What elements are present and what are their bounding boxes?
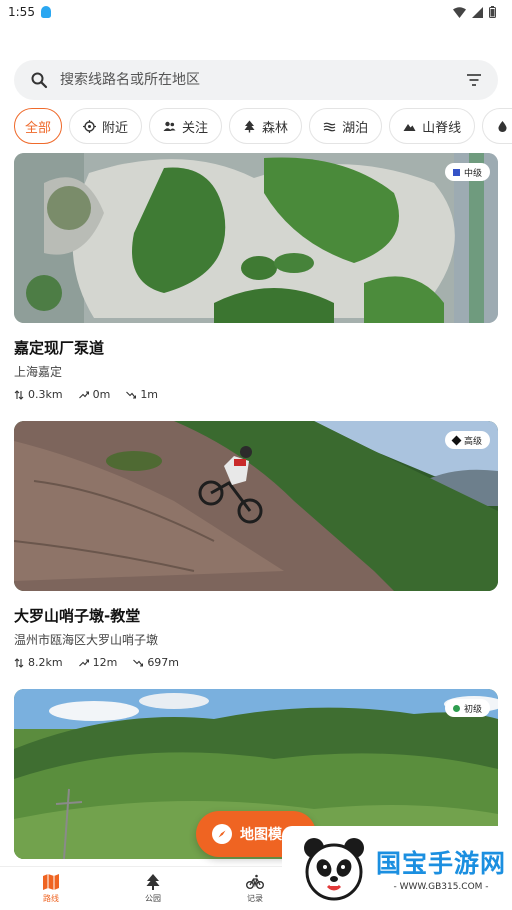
category-chips: 全部 附近 关注 森林 湖泊 山脊线 溪流 <box>14 108 512 146</box>
watermark-url: - WWW.GB315.COM - <box>393 882 489 892</box>
tree-icon <box>244 120 255 132</box>
location-icon <box>83 119 97 133</box>
chip-label: 湖泊 <box>342 120 369 136</box>
intermediate-level-icon <box>452 168 460 176</box>
chip-label: 森林 <box>262 120 289 136</box>
level-label: 初级 <box>463 704 482 715</box>
compass-icon <box>212 824 232 844</box>
nav-label: 记录 <box>247 894 263 903</box>
search-input[interactable] <box>60 72 466 88</box>
beginner-level-icon <box>452 704 460 712</box>
chip-all[interactable]: 全部 <box>14 108 63 144</box>
notification-icon <box>40 6 51 18</box>
nav-label: 路线 <box>43 894 59 903</box>
descent-value: 1m <box>140 388 159 401</box>
route-title: 嘉定现厂泵道 <box>14 339 105 357</box>
descent-icon <box>126 391 137 399</box>
route-image-dalushan: 高级 <box>14 421 498 591</box>
descent-stat: 1m <box>126 388 158 401</box>
descent-stat: 697m <box>133 656 179 669</box>
chip-label: 附近 <box>102 120 129 136</box>
ascent-icon <box>78 658 89 666</box>
level-label: 中级 <box>463 168 482 179</box>
chip-stream[interactable]: 溪流 <box>482 108 512 144</box>
chip-nearby[interactable]: 附近 <box>69 108 143 144</box>
descent-value: 697m <box>147 656 180 669</box>
route-location: 上海嘉定 <box>14 365 63 379</box>
nav-parks[interactable]: 公园 <box>102 867 204 910</box>
route-stats: 0.3km 0m 1m <box>14 388 498 401</box>
advanced-level-icon <box>451 435 462 445</box>
chip-following[interactable]: 关注 <box>149 108 223 144</box>
search-icon <box>31 72 48 89</box>
map-icon <box>43 874 59 890</box>
route-stats: 8.2km 12m 697m <box>14 656 498 669</box>
site-watermark: 国宝手游网 - WWW.GB315.COM - <box>282 826 512 910</box>
chip-lake[interactable]: 湖泊 <box>309 108 383 144</box>
level-badge: 中级 <box>444 163 490 181</box>
ascent-stat: 12m <box>78 656 118 669</box>
wifi-icon <box>453 6 466 18</box>
descent-icon <box>133 659 144 667</box>
route-title: 大罗山哨子墩-教堂 <box>14 607 141 625</box>
chip-forest[interactable]: 森林 <box>229 108 303 144</box>
ascent-value: 0m <box>92 388 111 401</box>
mountain-icon <box>403 123 416 131</box>
chip-label: 关注 <box>182 120 209 136</box>
nav-label: 公园 <box>145 894 161 903</box>
route-location: 温州市瓯海区大罗山哨子墩 <box>14 633 159 647</box>
level-label: 高级 <box>463 436 482 447</box>
chip-label: 全部 <box>25 120 52 136</box>
ascent-value: 12m <box>92 656 118 669</box>
waves-icon <box>323 122 336 131</box>
ascent-icon <box>78 390 89 398</box>
map-mode-label: 地图模 <box>240 827 282 843</box>
status-bar: 1:55 <box>0 0 512 24</box>
distance-value: 8.2km <box>28 656 63 669</box>
distance-value: 0.3km <box>28 388 63 401</box>
chip-label: 山脊线 <box>422 120 462 136</box>
watermark-title: 国宝手游网 <box>376 849 507 878</box>
route-card[interactable]: 中级 嘉定现厂泵道 上海嘉定 0.3km 0m 1m <box>14 153 498 401</box>
level-badge: 高级 <box>444 431 490 449</box>
battery-icon <box>489 6 496 18</box>
drop-icon <box>498 120 507 132</box>
signal-icon <box>472 6 483 18</box>
distance-icon <box>14 389 24 400</box>
tree-icon <box>146 874 160 890</box>
distance-icon <box>14 657 24 668</box>
people-icon <box>163 121 176 131</box>
route-card[interactable]: 高级 大罗山哨子墩-教堂 温州市瓯海区大罗山哨子墩 8.2km 12m 697m <box>14 421 498 669</box>
ascent-stat: 0m <box>78 388 111 401</box>
bike-icon <box>246 874 264 889</box>
distance-stat: 0.3km <box>14 388 63 401</box>
level-badge: 初级 <box>444 699 490 717</box>
nav-routes[interactable]: 路线 <box>0 867 102 910</box>
distance-stat: 8.2km <box>14 656 63 669</box>
filter-icon[interactable] <box>466 73 482 87</box>
search-bar[interactable] <box>14 60 498 100</box>
status-time: 1:55 <box>8 5 35 19</box>
route-image-pumptrack: 中级 <box>14 153 498 323</box>
chip-ridge[interactable]: 山脊线 <box>389 108 476 144</box>
panda-logo-icon <box>304 838 364 901</box>
